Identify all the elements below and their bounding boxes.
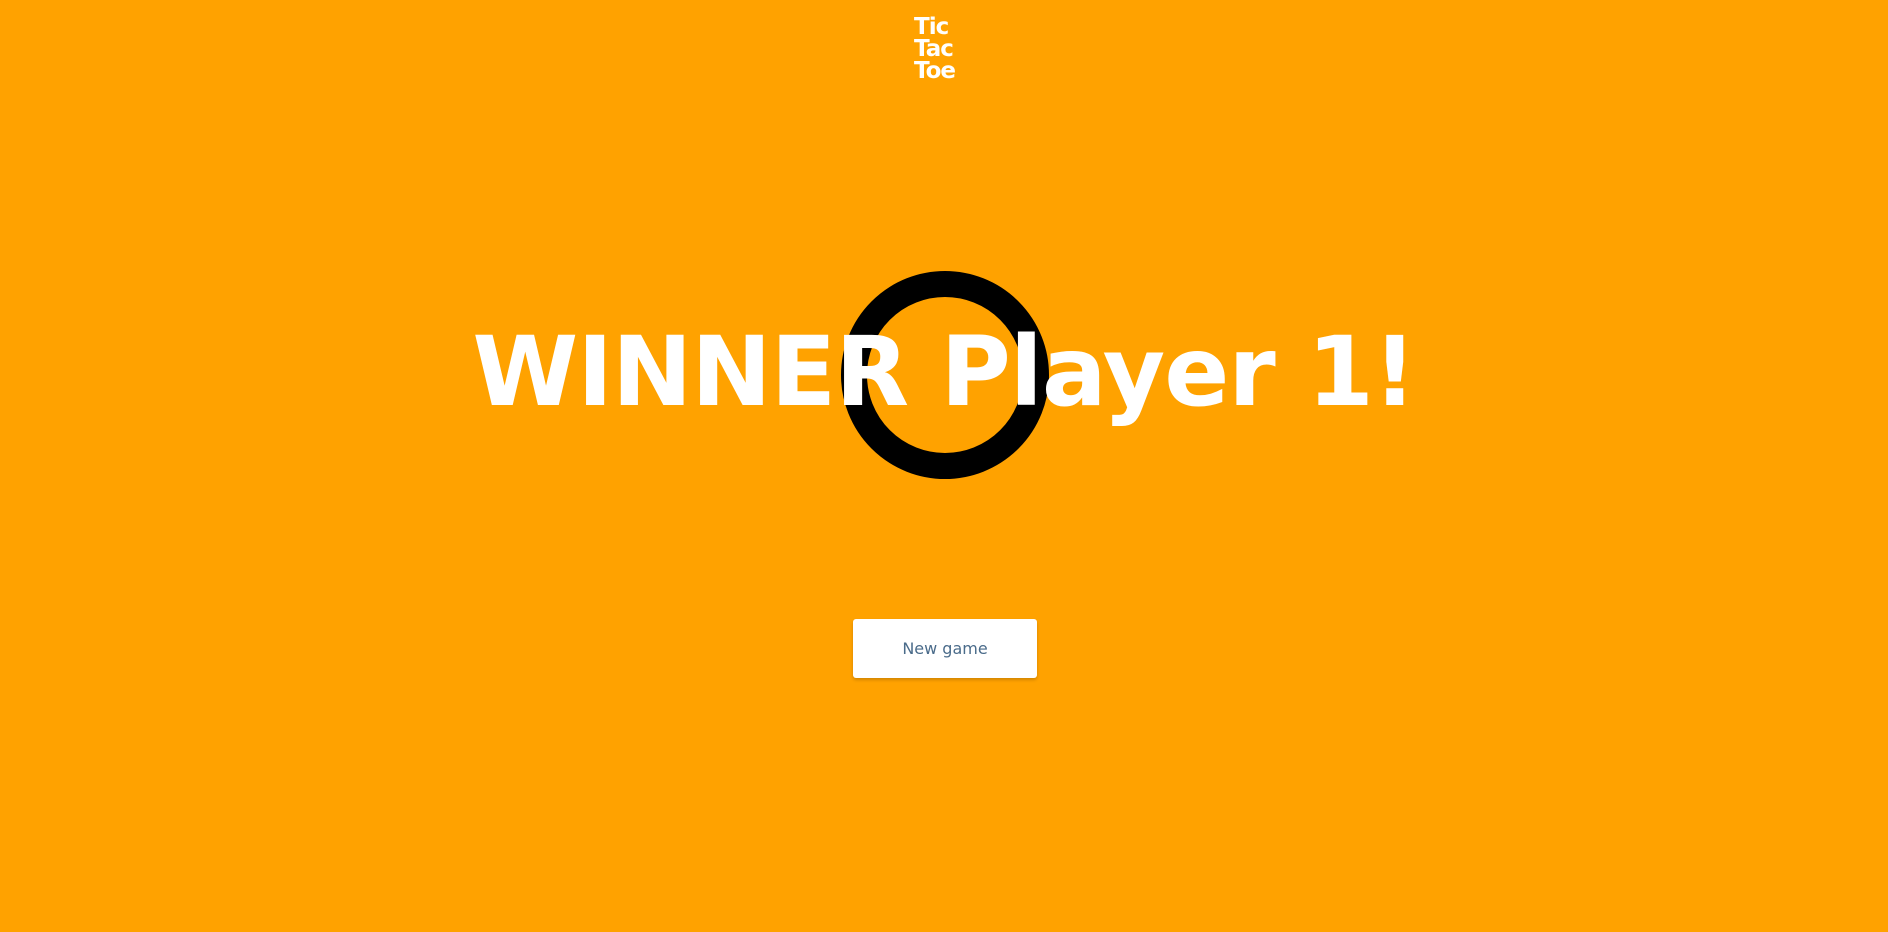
logo-line-tac: Tac <box>914 36 954 62</box>
logo: Tic Tac Toe <box>914 14 976 84</box>
logo-line-toe: Toe <box>914 58 956 84</box>
new-game-button[interactable]: New game <box>853 619 1037 678</box>
logo-line-tic: Tic <box>914 14 949 40</box>
winner-headline: WINNER Player 1! <box>472 316 1416 428</box>
